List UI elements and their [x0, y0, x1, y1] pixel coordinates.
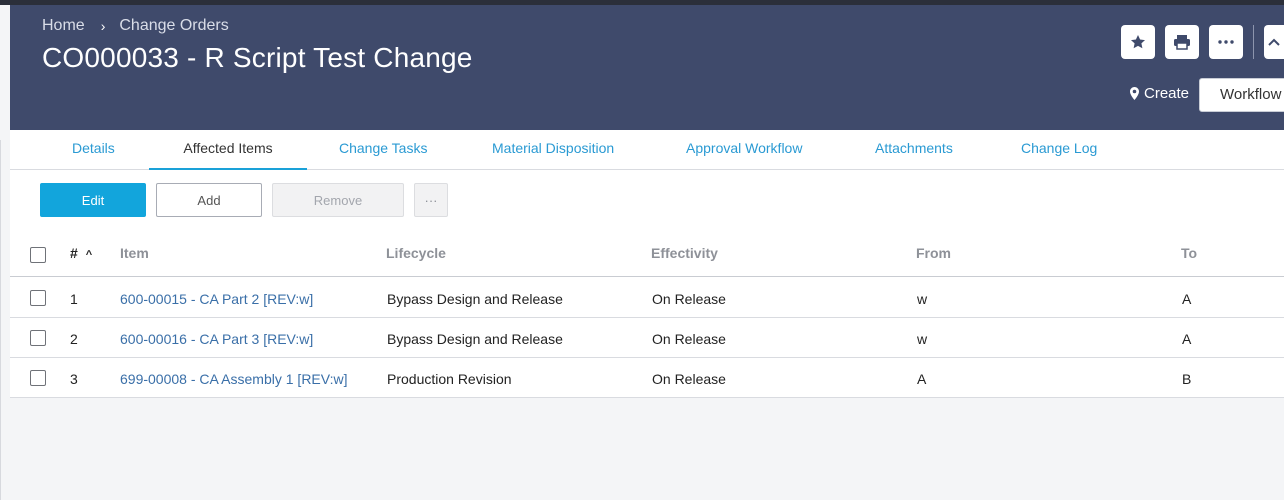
lifecycle-cell: Bypass Design and Release: [387, 291, 563, 307]
tab-change-log[interactable]: Change Log: [1021, 140, 1097, 170]
sort-ascending-icon: ^: [85, 249, 93, 261]
map-pin-icon: [1130, 87, 1139, 100]
tab-approval-workflow[interactable]: Approval Workflow: [686, 140, 802, 170]
to-cell: A: [1182, 331, 1192, 347]
table-row[interactable]: 2 600-00016 - CA Part 3 [REV:w] Bypass D…: [10, 318, 1284, 358]
column-header-effectivity[interactable]: Effectivity: [651, 245, 718, 261]
toolbar-more-button[interactable]: ···: [414, 183, 448, 217]
star-icon: [1131, 35, 1145, 49]
print-button[interactable]: [1165, 25, 1199, 59]
row-checkbox[interactable]: [30, 330, 46, 346]
column-header-to[interactable]: To: [1181, 245, 1197, 261]
left-gutter-edge: [0, 140, 1, 500]
left-gutter: [0, 5, 10, 500]
tab-attachments[interactable]: Attachments: [875, 140, 953, 170]
collapse-icon: [1268, 38, 1280, 46]
tab-details[interactable]: Details: [72, 140, 115, 170]
create-label: Create: [1144, 85, 1190, 102]
remove-button[interactable]: Remove: [272, 183, 404, 217]
tab-material-disposition[interactable]: Material Disposition: [492, 140, 614, 170]
table-header: # ^ Item Lifecycle Effectivity From To: [10, 236, 1284, 277]
effectivity-cell: On Release: [652, 371, 726, 387]
from-cell: w: [917, 291, 928, 307]
table-row[interactable]: 3 699-00008 - CA Assembly 1 [REV:w] Prod…: [10, 358, 1284, 398]
effectivity-cell: On Release: [652, 331, 726, 347]
column-number-label: #: [70, 245, 78, 261]
lifecycle-cell: Production Revision: [387, 371, 512, 387]
add-button[interactable]: Add: [156, 183, 262, 217]
row-checkbox[interactable]: [30, 370, 46, 386]
tab-change-tasks[interactable]: Change Tasks: [339, 140, 427, 170]
favorite-button[interactable]: [1121, 25, 1155, 59]
more-icon: [1218, 40, 1234, 44]
header-divider: [1253, 25, 1254, 59]
table-row[interactable]: 1 600-00015 - CA Part 2 [REV:w] Bypass D…: [10, 278, 1284, 318]
tab-affected-items[interactable]: Affected Items: [149, 140, 307, 170]
collapse-header-button[interactable]: [1264, 25, 1284, 59]
column-header-from[interactable]: From: [916, 245, 951, 261]
row-checkbox[interactable]: [30, 290, 46, 306]
page-title: CO000033 - R Script Test Change: [42, 42, 473, 73]
create-location[interactable]: Create: [1130, 85, 1189, 102]
edit-button[interactable]: Edit: [40, 183, 146, 217]
from-cell: A: [917, 371, 927, 387]
tab-bar: Details Affected Items Change Tasks Mate…: [10, 130, 1284, 170]
breadcrumb-change-orders[interactable]: Change Orders: [119, 17, 228, 35]
item-link[interactable]: 600-00015 - CA Part 2 [REV:w]: [120, 291, 313, 307]
from-cell: w: [917, 331, 928, 347]
item-link[interactable]: 600-00016 - CA Part 3 [REV:w]: [120, 331, 313, 347]
select-all-checkbox[interactable]: [30, 247, 46, 263]
to-cell: A: [1182, 291, 1192, 307]
column-header-item[interactable]: Item: [120, 245, 149, 261]
item-link[interactable]: 699-00008 - CA Assembly 1 [REV:w]: [120, 371, 347, 387]
empty-grid-area: [10, 398, 1284, 500]
column-header-lifecycle[interactable]: Lifecycle: [386, 245, 446, 261]
chevron-right-icon: ›: [100, 18, 106, 34]
lifecycle-cell: Bypass Design and Release: [387, 331, 563, 347]
more-actions-button[interactable]: [1209, 25, 1243, 59]
effectivity-cell: On Release: [652, 291, 726, 307]
workflow-button[interactable]: Workflow: [1199, 78, 1284, 112]
column-header-number[interactable]: # ^: [70, 245, 92, 261]
page-header: Home › Change Orders CO000033 - R Script…: [10, 5, 1284, 130]
breadcrumb-home[interactable]: Home: [42, 17, 85, 35]
row-number: 2: [70, 331, 78, 347]
print-icon: [1174, 35, 1190, 50]
row-number: 1: [70, 291, 78, 307]
to-cell: B: [1182, 371, 1192, 387]
row-number: 3: [70, 371, 78, 387]
breadcrumb: Home › Change Orders: [42, 17, 229, 35]
